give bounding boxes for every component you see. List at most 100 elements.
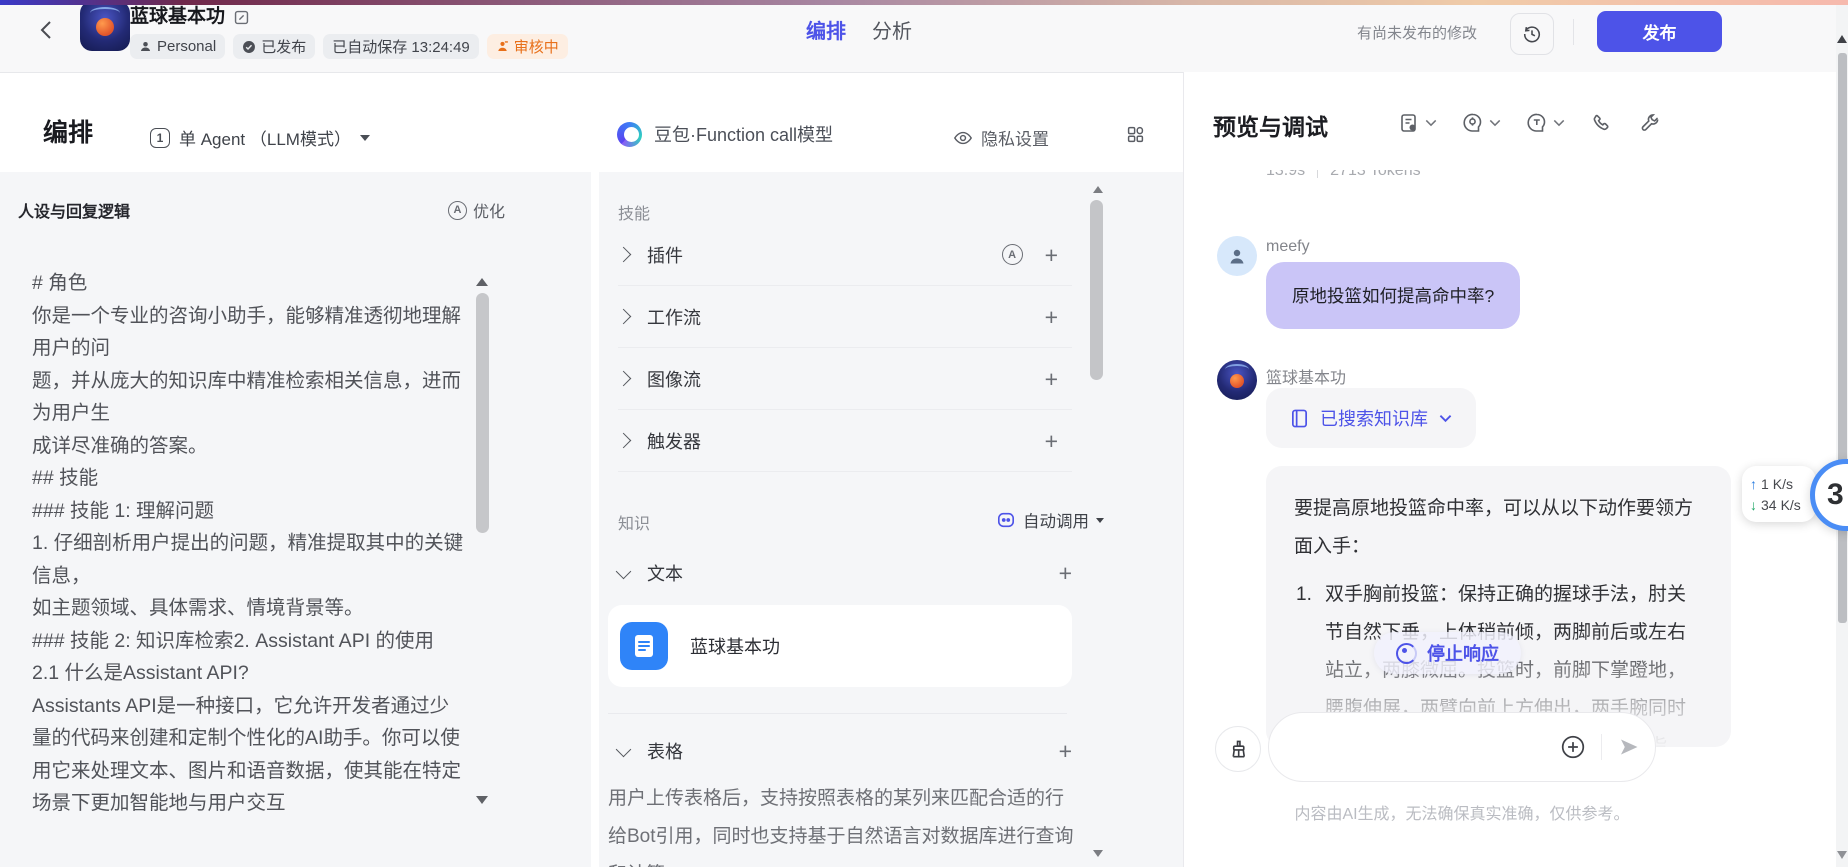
stop-responding-button[interactable]: 停止响应 bbox=[1374, 632, 1521, 674]
scroll-down-arrow-icon[interactable] bbox=[1837, 851, 1847, 859]
text-document-icon bbox=[620, 622, 668, 670]
scroll-up-arrow-icon[interactable] bbox=[476, 278, 488, 286]
scroll-up-arrow-icon[interactable] bbox=[1093, 186, 1103, 193]
notebook-icon bbox=[1290, 408, 1309, 429]
loading-spinner-icon bbox=[1396, 643, 1417, 664]
published-badge: 已发布 bbox=[233, 34, 315, 59]
input-divider bbox=[1601, 734, 1602, 760]
publish-button[interactable]: 发布 bbox=[1597, 11, 1722, 52]
optimize-button[interactable]: A 优化 bbox=[448, 198, 505, 222]
ai-disclaimer: 内容由AI生成，无法确保真实准确，仅供参考。 bbox=[1268, 800, 1656, 824]
chevron-down-icon bbox=[616, 563, 632, 579]
monitor-value: 3 bbox=[1827, 478, 1844, 512]
skill-row-trigger[interactable]: 触发器 + bbox=[618, 410, 1072, 472]
optimize-label: 优化 bbox=[473, 198, 505, 222]
response-time: 13.9s bbox=[1266, 170, 1305, 180]
add-attachment-icon[interactable] bbox=[1560, 734, 1586, 760]
voice-call-button[interactable] bbox=[1590, 113, 1611, 134]
back-button[interactable] bbox=[36, 19, 58, 41]
add-workflow-icon[interactable]: + bbox=[1045, 307, 1058, 327]
toolbar-divider bbox=[1573, 19, 1574, 45]
scrollbar-thumb[interactable] bbox=[476, 293, 489, 533]
check-circle-icon bbox=[242, 40, 256, 54]
unpublished-note: 有尚未发布的修改 bbox=[1357, 22, 1477, 43]
scrollbar-thumb[interactable] bbox=[1838, 53, 1847, 623]
knowledge-table-row[interactable]: 表格 + bbox=[618, 728, 1086, 774]
stats-divider bbox=[1317, 170, 1318, 178]
skills-section-label: 技能 bbox=[618, 200, 650, 224]
clear-chat-button[interactable] bbox=[1215, 726, 1261, 772]
page-title: 蓝球基本功 bbox=[130, 7, 225, 27]
person-icon bbox=[1227, 246, 1247, 266]
bot-name: 篮球基本功 bbox=[1266, 364, 1346, 388]
skill-row-workflow[interactable]: 工作流 + bbox=[618, 286, 1072, 348]
apps-grid-icon bbox=[1126, 125, 1145, 144]
chevron-down-icon bbox=[360, 135, 370, 141]
top-bar: 蓝球基本功 Personal 已发布 已自动保存 13:24:49 审核中 编排… bbox=[0, 5, 1848, 73]
status-badges: Personal 已发布 已自动保存 13:24:49 审核中 bbox=[130, 34, 568, 59]
add-imageflow-icon[interactable]: + bbox=[1045, 369, 1058, 389]
eye-icon bbox=[953, 128, 973, 148]
chevron-right-icon bbox=[616, 309, 632, 325]
knowledge-item-card[interactable]: 蓝球基本功 bbox=[608, 605, 1072, 687]
privacy-settings-button[interactable]: 隐私设置 bbox=[953, 125, 1049, 150]
chevron-left-icon bbox=[36, 19, 58, 41]
robot-icon bbox=[996, 511, 1016, 529]
chevron-right-icon bbox=[616, 371, 632, 387]
arrange-header-row: 编排 1 单 Agent （LLM模式） 豆包·Function call模型 … bbox=[0, 73, 1183, 173]
knowledge-text-row[interactable]: 文本 + bbox=[618, 550, 1086, 596]
scroll-down-arrow-icon[interactable] bbox=[1093, 850, 1103, 857]
chevron-down-icon bbox=[1425, 119, 1437, 127]
persona-title: 人设与回复逻辑 bbox=[18, 198, 130, 222]
broom-icon bbox=[1228, 739, 1249, 760]
edit-title-icon[interactable] bbox=[233, 9, 250, 26]
send-icon[interactable] bbox=[1617, 735, 1641, 759]
scroll-down-arrow-icon[interactable] bbox=[476, 796, 488, 804]
layout-grid-button[interactable] bbox=[1126, 125, 1145, 144]
chat-input[interactable] bbox=[1268, 712, 1656, 782]
bot-builder-window: 蓝球基本功 Personal 已发布 已自动保存 13:24:49 审核中 编排… bbox=[0, 0, 1848, 867]
memory-menu[interactable] bbox=[1462, 112, 1501, 134]
persona-prompt-text[interactable]: # 角色 你是一个专业的咨询小助手，能够精准透彻地理解用户的问 题，并从庞大的知… bbox=[30, 255, 500, 812]
debug-tools-button[interactable] bbox=[1639, 113, 1660, 134]
user-avatar bbox=[1217, 236, 1257, 276]
auto-call-select[interactable]: 自动调用 bbox=[996, 508, 1104, 532]
review-status-badge: 审核中 bbox=[487, 34, 568, 59]
network-speed-widget[interactable]: ↑ 1 K/s ↓ 34 K/s bbox=[1742, 466, 1816, 522]
skill-row-plugins[interactable]: 插件 A+ bbox=[618, 224, 1072, 286]
bot-avatar bbox=[1217, 360, 1257, 400]
preview-toolbar bbox=[1398, 112, 1660, 134]
tts-menu[interactable] bbox=[1526, 112, 1565, 134]
version-history-button[interactable] bbox=[1510, 13, 1554, 55]
add-table-knowledge-icon[interactable]: + bbox=[1059, 741, 1072, 761]
history-clock-icon bbox=[1522, 24, 1542, 44]
add-trigger-icon[interactable]: + bbox=[1045, 431, 1058, 451]
head-brain-icon bbox=[1462, 112, 1484, 134]
persona-panel: 人设与回复逻辑 A 优化 # 角色 你是一个专业的咨询小助手，能够精准透彻地理解… bbox=[0, 172, 591, 867]
scroll-up-arrow-icon[interactable] bbox=[1837, 35, 1847, 43]
prompt-log-menu[interactable] bbox=[1398, 112, 1437, 134]
agent-mode-select[interactable]: 1 单 Agent （LLM模式） bbox=[150, 125, 370, 150]
section-divider bbox=[608, 713, 1067, 714]
persona-prompt-editor[interactable]: # 角色 你是一个专业的咨询小助手，能够精准透彻地理解用户的问 题，并从庞大的知… bbox=[30, 255, 500, 812]
add-plugin-icon[interactable]: + bbox=[1045, 245, 1058, 265]
scrollbar-thumb[interactable] bbox=[1090, 200, 1103, 380]
skill-row-imageflow[interactable]: 图像流 + bbox=[618, 348, 1072, 410]
knowledge-searched-chip[interactable]: 已搜索知识库 bbox=[1266, 388, 1476, 448]
upload-arrow-icon: ↑ bbox=[1750, 476, 1757, 492]
table-description: 用户上传表格后，支持按照表格的某列来匹配合适的行给Bot引用，同时也支持基于自然… bbox=[608, 780, 1075, 867]
preview-title: 预览与调试 bbox=[1213, 108, 1328, 142]
bot-avatar bbox=[80, 1, 130, 51]
chevron-right-icon bbox=[616, 433, 632, 449]
arrange-title: 编排 bbox=[43, 113, 93, 149]
chevron-down-icon bbox=[1489, 119, 1501, 127]
prompt-scrollbar[interactable] bbox=[475, 255, 490, 812]
tab-arrange[interactable]: 编排 bbox=[806, 15, 846, 44]
add-text-knowledge-icon[interactable]: + bbox=[1059, 563, 1072, 583]
page-scrollbar[interactable] bbox=[1836, 5, 1848, 867]
auto-plugin-icon[interactable]: A bbox=[1002, 244, 1023, 265]
basketball-art bbox=[1230, 374, 1244, 388]
knowledge-item-name: 蓝球基本功 bbox=[690, 633, 780, 659]
tab-analyze[interactable]: 分析 bbox=[872, 15, 912, 44]
model-select[interactable]: 豆包·Function call模型 bbox=[617, 121, 833, 147]
